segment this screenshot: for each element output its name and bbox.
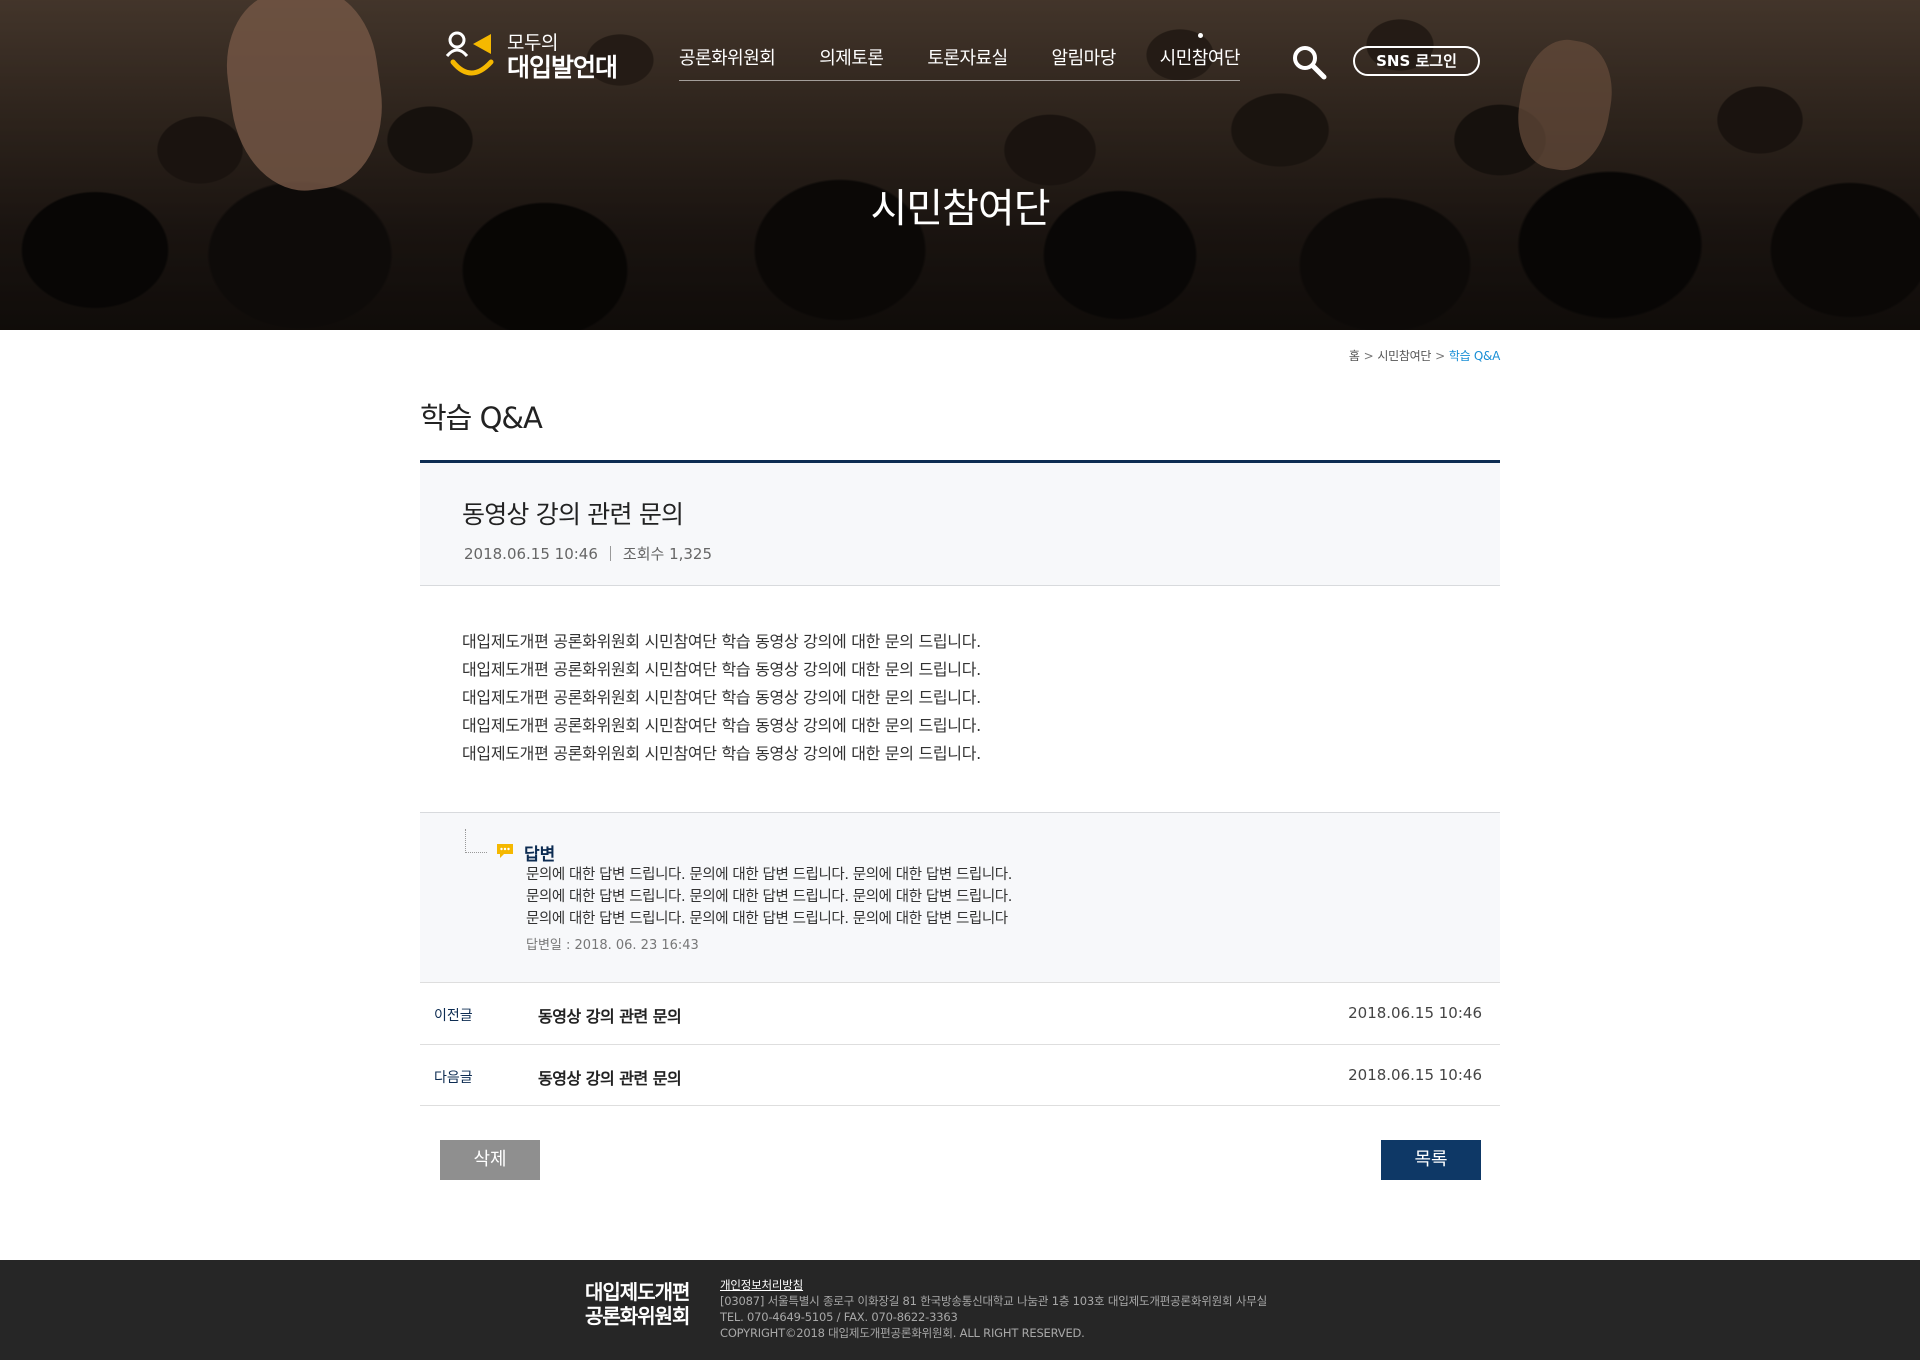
main-nav: 공론화위원회 의제토론 토론자료실 알림마당 시민참여단 [679,33,1241,81]
breadcrumb-separator: > [1363,349,1374,363]
answer-box: 답변 문의에 대한 답변 드립니다. 문의에 대한 답변 드립니다. 문의에 대… [420,812,1500,982]
active-indicator-dot [1197,33,1203,38]
footer-logo-line: 공론화위원회 [585,1304,690,1328]
post-body-line: 대입제도개편 공론화위원회 시민참여단 학습 동영상 강의에 대한 문의 드립니… [462,688,981,707]
post-body: 대입제도개편 공론화위원회 시민참여단 학습 동영상 강의에 대한 문의 드립니… [420,586,1500,812]
privacy-policy-link[interactable]: 개인정보처리방침 [720,1278,803,1292]
delete-button[interactable]: 삭제 [440,1140,540,1180]
post-header: 동영상 강의 관련 문의 2018.06.15 10:46 조회수 1,325 [420,460,1500,586]
answer-line: 문의에 대한 답변 드립니다. 문의에 대한 답변 드립니다. 문의에 대한 답… [526,867,1012,883]
breadcrumb-section[interactable]: 시민참여단 [1377,349,1431,363]
hero-banner: 모두의 대입발언대 공론화위원회 의제토론 토론자료실 알림마당 시민참여단 S… [0,0,1920,330]
footer-logo: 대입제도개편 공론화위원회 [585,1280,690,1328]
prev-post-row[interactable]: 이전글 동영상 강의 관련 문의 2018.06.15 10:46 [420,982,1500,1044]
footer-copyright: COPYRIGHT©2018 대입제도개편공론화위원회. ALL RIGHT R… [720,1326,1085,1340]
sns-login-button[interactable]: SNS 로그인 [1353,46,1480,76]
logo-text-main: 대입발언대 [507,53,618,82]
nav-item-resources[interactable]: 토론자료실 [927,44,1008,80]
nav-item-committee[interactable]: 공론화위원회 [679,44,776,80]
next-post-label: 다음글 [434,1070,473,1086]
footer-info: 개인정보처리방침 [03087] 서울특별시 종로구 이화장길 81 한국방송통… [720,1277,1267,1341]
views-count: 1,325 [669,545,713,563]
breadcrumb: 홈 > 시민참여단 > 학습 Q&A [1349,347,1500,364]
prev-post-title[interactable]: 동영상 강의 관련 문의 [538,1003,682,1027]
answer-date: 답변일 : 2018. 06. 23 16:43 [526,938,699,953]
prev-post-date: 2018.06.15 10:46 [1348,1004,1482,1022]
next-post-date: 2018.06.15 10:46 [1348,1066,1482,1084]
prev-post-label: 이전글 [434,1008,473,1024]
answer-label: 답변 [524,845,556,865]
answer-text: 문의에 대한 답변 드립니다. 문의에 대한 답변 드립니다. 문의에 대한 답… [526,864,1012,930]
page-title: 학습 Q&A [420,401,543,435]
post-body-line: 대입제도개편 공론화위원회 시민참여단 학습 동영상 강의에 대한 문의 드립니… [462,632,981,651]
meta-divider [609,546,611,561]
post-body-line: 대입제도개편 공론화위원회 시민참여단 학습 동영상 강의에 대한 문의 드립니… [462,660,981,679]
breadcrumb-home[interactable]: 홈 [1349,349,1360,363]
post-meta: 2018.06.15 10:46 조회수 1,325 [464,543,712,564]
hero-title: 시민참여단 [870,186,1051,232]
post-date: 2018.06.15 10:46 [464,545,598,563]
list-button[interactable]: 목록 [1381,1140,1481,1180]
breadcrumb-current: 학습 Q&A [1448,349,1500,363]
nav-item-agenda[interactable]: 의제토론 [819,44,884,80]
site-footer: 대입제도개편 공론화위원회 개인정보처리방침 [03087] 서울특별시 종로구… [0,1260,1920,1360]
nav-item-notice[interactable]: 알림마당 [1052,44,1117,80]
footer-contact: TEL. 070-4649-5105 / FAX. 070-8622-3363 [720,1310,958,1324]
search-icon[interactable] [1291,44,1327,80]
breadcrumb-separator: > [1435,349,1445,363]
site-logo[interactable]: 모두의 대입발언대 [445,26,620,82]
footer-address: [03087] 서울특별시 종로구 이화장길 81 한국방송통신대학교 나눔관 … [720,1294,1267,1308]
post-body-line: 대입제도개편 공론화위원회 시민참여단 학습 동영상 강의에 대한 문의 드립니… [462,744,981,763]
answer-chat-icon [497,844,513,858]
next-post-title[interactable]: 동영상 강의 관련 문의 [538,1065,682,1089]
answer-line: 문의에 대한 답변 드립니다. 문의에 대한 답변 드립니다. 문의에 대한 답… [526,911,1008,927]
post-view: 동영상 강의 관련 문의 2018.06.15 10:46 조회수 1,325 대… [420,460,1500,1106]
logo-mark [445,31,494,76]
next-post-row[interactable]: 다음글 동영상 강의 관련 문의 2018.06.15 10:46 [420,1044,1500,1106]
nav-item-label: 시민참여단 [1159,48,1241,69]
views-label: 조회수 [622,545,665,563]
post-body-line: 대입제도개편 공론화위원회 시민참여단 학습 동영상 강의에 대한 문의 드립니… [462,716,981,735]
post-title: 동영상 강의 관련 문의 [462,500,684,529]
footer-logo-line: 대입제도개편 [585,1280,690,1304]
reply-guide-line [465,829,487,853]
answer-line: 문의에 대한 답변 드립니다. 문의에 대한 답변 드립니다. 문의에 대한 답… [526,889,1012,905]
nav-item-citizen-panel[interactable]: 시민참여단 [1159,33,1241,80]
